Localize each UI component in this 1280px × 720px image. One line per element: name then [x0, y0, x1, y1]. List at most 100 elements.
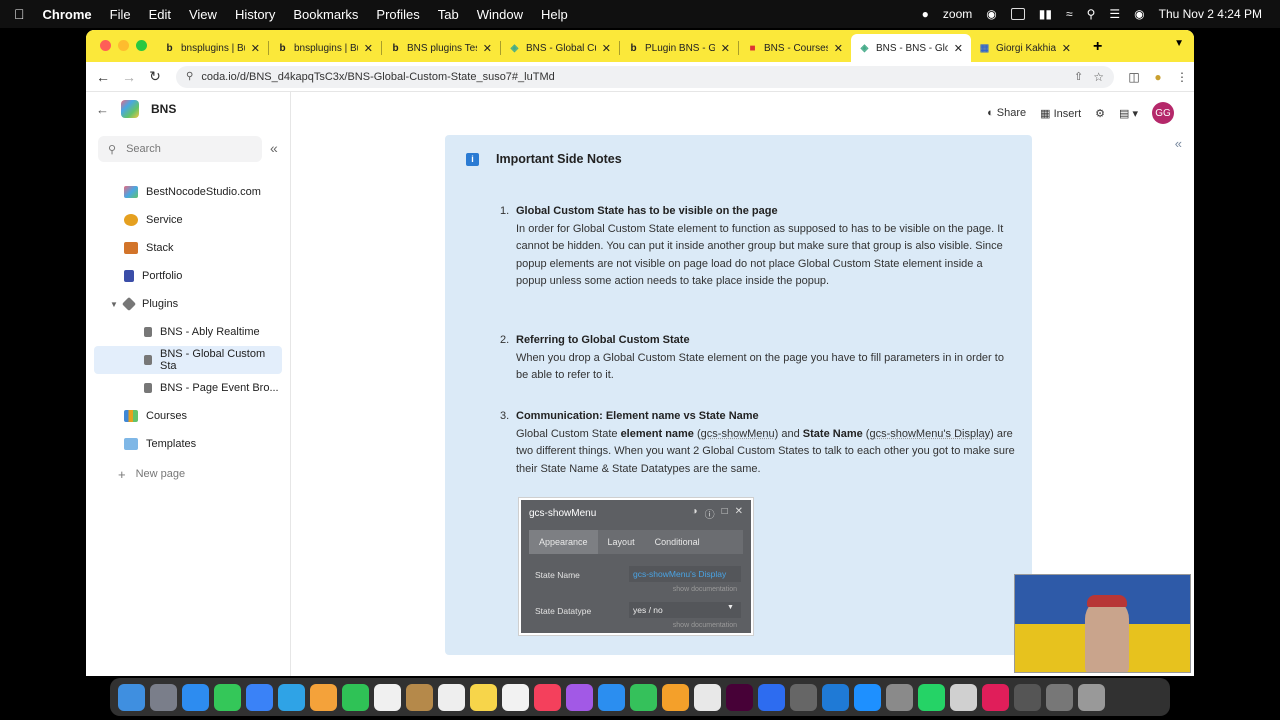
spotlight-icon[interactable]: ⚲	[1087, 7, 1096, 21]
menu-app-name[interactable]: Chrome	[43, 7, 92, 22]
sidebar-item-portfolio[interactable]: Portfolio	[94, 262, 282, 290]
slack-icon[interactable]	[982, 683, 1009, 711]
apple-icon[interactable]: 	[14, 6, 25, 22]
minimize-window-icon[interactable]	[118, 40, 129, 51]
menu-file[interactable]: File	[110, 7, 131, 22]
vscode-icon[interactable]	[822, 683, 849, 711]
close-tab-icon[interactable]: ✕	[721, 42, 730, 55]
browser-tab[interactable]: ▦Giorgi Kakhiani -✕	[971, 34, 1079, 62]
share-button[interactable]: ◐ Share	[987, 107, 1026, 119]
messages-icon[interactable]	[214, 683, 241, 711]
extension-icon[interactable]: ●	[1146, 70, 1170, 84]
browser-tab[interactable]: ■ BNS - Courses ✕	[739, 34, 851, 62]
battery-icon[interactable]: ▮▮	[1039, 7, 1052, 21]
freeform-icon[interactable]	[502, 683, 529, 711]
rocket-icon[interactable]	[790, 683, 817, 711]
close-tab-icon[interactable]: ✕	[483, 42, 492, 55]
contacts-icon[interactable]	[406, 683, 433, 711]
browser-tab[interactable]: ◈ BNS - Global Cu ✕	[501, 34, 619, 62]
insert-button[interactable]: ▦ Insert	[1040, 107, 1081, 120]
chrome-icon[interactable]	[694, 683, 721, 711]
bookmark-star-icon[interactable]: ☆	[1093, 70, 1104, 84]
comments-icon[interactable]: ▤ ▾	[1119, 107, 1138, 120]
back-arrow-icon[interactable]: ←	[96, 102, 109, 117]
record-icon[interactable]: ●	[922, 7, 929, 21]
sidebar-item-global-custom-state[interactable]: BNS - Global Custom Sta	[94, 346, 282, 374]
chrome-menu-icon[interactable]: ⋮	[1170, 70, 1194, 84]
forward-icon[interactable]: →	[116, 69, 142, 85]
mail-icon[interactable]	[246, 683, 273, 711]
facetime-icon[interactable]	[342, 683, 369, 711]
close-tab-icon[interactable]: ✕	[364, 42, 373, 55]
wifi-icon[interactable]: ≈	[1066, 7, 1073, 21]
menu-bookmarks[interactable]: Bookmarks	[293, 7, 358, 22]
menu-tab[interactable]: Tab	[438, 7, 459, 22]
reminders-icon[interactable]	[438, 683, 465, 711]
chevron-down-icon[interactable]: ▼	[110, 300, 118, 309]
airplay-icon[interactable]: ◉	[986, 7, 996, 21]
calendar-icon[interactable]	[374, 683, 401, 711]
keynote-icon[interactable]	[598, 683, 625, 711]
photos-icon[interactable]	[310, 683, 337, 711]
search-input[interactable]: ⚲ Search	[98, 136, 262, 162]
site-info-icon[interactable]: ⚲	[186, 71, 193, 82]
embedded-screenshot[interactable]: gcs-showMenu ◑ ⓘ □ ✕ Appearance Layout C…	[518, 497, 754, 636]
close-tab-icon[interactable]: ✕	[834, 42, 843, 55]
sidebar-item-page-event[interactable]: BNS - Page Event Bro...	[94, 374, 282, 402]
browser-tab[interactable]: bbnsplugins | Bub✕	[156, 34, 268, 62]
sidebar-item-templates[interactable]: Templates	[94, 430, 282, 458]
menu-view[interactable]: View	[189, 7, 217, 22]
folder-icon[interactable]	[1046, 683, 1073, 711]
tab-search-icon[interactable]: ▼	[1174, 38, 1184, 49]
podcasts-icon[interactable]	[566, 683, 593, 711]
sidepanel-icon[interactable]: ◫	[1122, 70, 1146, 84]
doc-title[interactable]: BNS	[151, 102, 176, 116]
notes-icon[interactable]	[470, 683, 497, 711]
sidebar-item-courses[interactable]: Courses	[94, 402, 282, 430]
zoom-icon[interactable]	[758, 683, 785, 711]
browser-tab[interactable]: b PLugin BNS - Gl ✕	[620, 34, 738, 62]
collapse-sidebar-icon[interactable]: «	[270, 140, 278, 156]
music-icon[interactable]	[534, 683, 561, 711]
close-tab-icon[interactable]: ✕	[1062, 42, 1071, 55]
safari-icon[interactable]	[182, 683, 209, 711]
browser-tab[interactable]: b BNS plugins Tes ✕	[382, 34, 500, 62]
menu-edit[interactable]: Edit	[149, 7, 171, 22]
control-center-icon[interactable]: ☰	[1109, 7, 1120, 21]
avatar[interactable]: GG	[1152, 102, 1174, 124]
sidebar-item-plugins[interactable]: ▼ Plugins	[94, 290, 282, 318]
sidebar-item-service[interactable]: Service	[94, 206, 282, 234]
whatsapp-icon[interactable]	[918, 683, 945, 711]
close-tab-icon[interactable]: ✕	[602, 42, 611, 55]
menu-window[interactable]: Window	[477, 7, 523, 22]
menu-help[interactable]: Help	[541, 7, 568, 22]
app-store-icon[interactable]	[854, 683, 881, 711]
sidebar-item-ably-realtime[interactable]: BNS - Ably Realtime	[94, 318, 282, 346]
share-page-icon[interactable]: ⇧	[1074, 70, 1083, 83]
system-settings-icon[interactable]	[886, 683, 913, 711]
close-window-icon[interactable]	[100, 40, 111, 51]
url-field[interactable]: ⚲ coda.io/d/BNS_d4kapqTsC3x/BNS-Global-Cu…	[176, 65, 1114, 88]
clock[interactable]: Thu Nov 2 4:24 PM	[1159, 7, 1262, 21]
reload-icon[interactable]: ↻	[142, 68, 168, 85]
browser-tab-active[interactable]: ◈ BNS - BNS - Glo ✕	[851, 34, 971, 62]
pages-icon[interactable]	[662, 683, 689, 711]
menu-history[interactable]: History	[235, 7, 275, 22]
new-tab-icon[interactable]: +	[1093, 38, 1102, 56]
keyboard-icon[interactable]	[1010, 8, 1025, 20]
launchpad-icon[interactable]	[150, 683, 177, 711]
finder-icon[interactable]	[118, 683, 145, 711]
siri-icon[interactable]: ◉	[1134, 7, 1144, 21]
numbers-icon[interactable]	[630, 683, 657, 711]
close-tab-icon[interactable]: ✕	[251, 42, 260, 55]
settings-gear-icon[interactable]: ⚙	[1095, 107, 1105, 120]
browser-tab[interactable]: bbnsplugins | Bub✕	[269, 34, 381, 62]
downloads-icon[interactable]	[1014, 683, 1041, 711]
preview-icon[interactable]	[950, 683, 977, 711]
expand-panel-icon[interactable]: «	[1175, 136, 1182, 151]
zoom-status[interactable]: zoom	[943, 7, 972, 21]
xd-icon[interactable]	[726, 683, 753, 711]
new-page-button[interactable]: + New page	[94, 460, 282, 488]
sidebar-item-stack[interactable]: Stack	[94, 234, 282, 262]
back-icon[interactable]: ←	[90, 69, 116, 85]
